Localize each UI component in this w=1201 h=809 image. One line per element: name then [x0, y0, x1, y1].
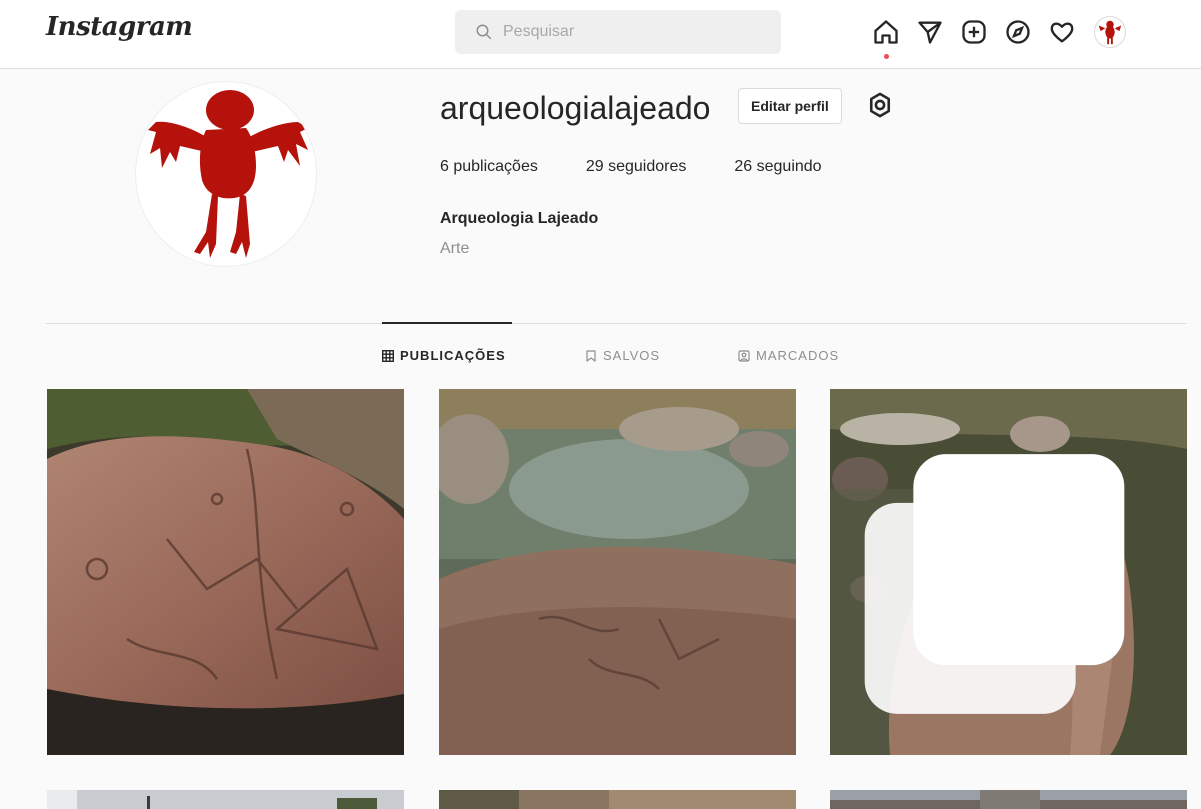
post-thumbnail-3[interactable]: [830, 389, 1187, 755]
posts-label: publicações: [448, 158, 538, 175]
tagged-icon: [738, 349, 750, 362]
activity-icon[interactable]: [1048, 18, 1076, 46]
tab-posts-label: PUBLICAÇÕES: [400, 348, 506, 363]
profile-username: arqueologialajeado: [440, 90, 711, 126]
bookmark-icon: [586, 349, 596, 362]
post-thumbnail-1[interactable]: [47, 389, 404, 755]
search-input[interactable]: [503, 23, 763, 41]
followers-label: seguidores: [603, 158, 687, 175]
profile-avatar-icon[interactable]: [1094, 16, 1126, 48]
followers-count: 29: [585, 158, 604, 175]
post-photo-6: [830, 790, 1187, 809]
active-tab-indicator: [382, 322, 512, 324]
post-photo-5: [439, 790, 796, 809]
posts-count: 6: [440, 158, 449, 175]
nav-icons: [872, 16, 1126, 59]
top-navigation: Instagram: [0, 0, 1201, 69]
profile-category: Arte: [440, 240, 470, 257]
new-post-icon[interactable]: [960, 18, 988, 46]
multiple-images-icon: [864, 454, 1125, 714]
tab-tagged-label: MARCADOS: [756, 348, 840, 363]
tab-saved[interactable]: SALVOS: [585, 348, 660, 363]
tab-posts[interactable]: PUBLICAÇÕES: [382, 348, 506, 363]
posts-stat: 6 publicações: [440, 158, 538, 176]
home-icon[interactable]: [872, 18, 900, 59]
search-box[interactable]: [455, 10, 781, 54]
post-thumbnail-6[interactable]: [830, 790, 1187, 809]
tab-saved-label: SALVOS: [603, 348, 661, 363]
following-label: seguindo: [752, 158, 822, 175]
edit-profile-button[interactable]: Editar perfil: [738, 88, 842, 124]
tabs-divider: [46, 323, 1186, 324]
following-count: 26: [734, 158, 753, 175]
grid-icon: [382, 349, 394, 362]
post-thumbnail-4[interactable]: [47, 790, 404, 809]
river-rock-photo: [439, 389, 796, 755]
followers-stat[interactable]: 29 seguidores: [586, 158, 687, 176]
following-stat[interactable]: 26 seguindo: [734, 158, 821, 176]
post-thumbnail-5[interactable]: [439, 790, 796, 809]
search-icon: [476, 24, 492, 40]
instagram-logo[interactable]: Instagram: [46, 12, 193, 42]
profile-full-name: Arqueologia Lajeado: [440, 210, 599, 227]
settings-icon[interactable]: [866, 91, 894, 119]
direct-icon[interactable]: [916, 18, 944, 46]
post-photo-4: [47, 790, 404, 809]
explore-icon[interactable]: [1004, 18, 1032, 46]
petroglyph-rock-photo: [47, 389, 404, 755]
cave-art-figure-logo: [148, 90, 308, 258]
profile-picture[interactable]: [136, 82, 316, 266]
profile-stats: 6 publicações 29 seguidores 26 seguindo: [440, 158, 870, 176]
post-thumbnail-2[interactable]: [439, 389, 796, 755]
tab-tagged[interactable]: MARCADOS: [738, 348, 839, 363]
